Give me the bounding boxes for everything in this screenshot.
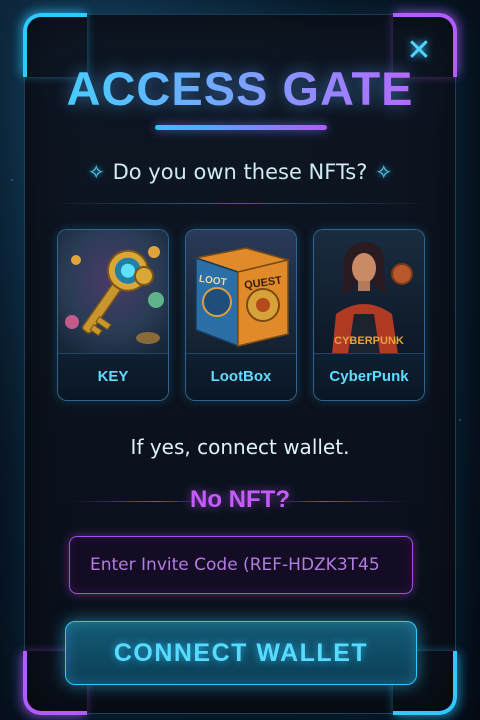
nft-card-label: KEY xyxy=(58,353,168,400)
nft-card-label: CyberPunk xyxy=(314,353,424,400)
nft-question-text: Do you own these NFTs? xyxy=(112,160,368,184)
sparkle-icon: ✧ xyxy=(87,160,105,184)
sparkle-icon: ✧ xyxy=(375,160,393,184)
cyberpunk-art-icon: CYBERPUNK xyxy=(314,230,424,354)
nft-card-list: KEY LOOT QUEST LootBox CYBERPUNK CyberPu… xyxy=(57,229,425,401)
connect-wallet-button[interactable]: CONNECT WALLET xyxy=(65,621,417,685)
lootbox-art-icon: LOOT QUEST xyxy=(186,230,296,354)
nft-card-lootbox[interactable]: LOOT QUEST LootBox xyxy=(185,229,297,401)
divider xyxy=(47,203,433,204)
nft-question: ✧ Do you own these NFTs? ✧ xyxy=(25,160,455,184)
connect-hint-text: If yes, connect wallet. xyxy=(130,435,350,459)
page-title: ACCESS GATE xyxy=(25,61,455,116)
title-underline xyxy=(155,125,327,130)
nft-card-label: LootBox xyxy=(186,353,296,400)
no-nft-heading: No NFT? xyxy=(190,486,290,513)
nft-card-cyberpunk[interactable]: CYBERPUNK CyberPunk xyxy=(313,229,425,401)
key-art-icon xyxy=(58,230,168,354)
cyberpunk-art-text: CYBERPUNK xyxy=(334,335,404,347)
access-gate-modal: ✕ ACCESS GATE ✧Do you own these NFTs?✧ xyxy=(23,13,457,715)
invite-code-input[interactable] xyxy=(69,536,413,594)
nft-card-key[interactable]: KEY xyxy=(57,229,169,401)
